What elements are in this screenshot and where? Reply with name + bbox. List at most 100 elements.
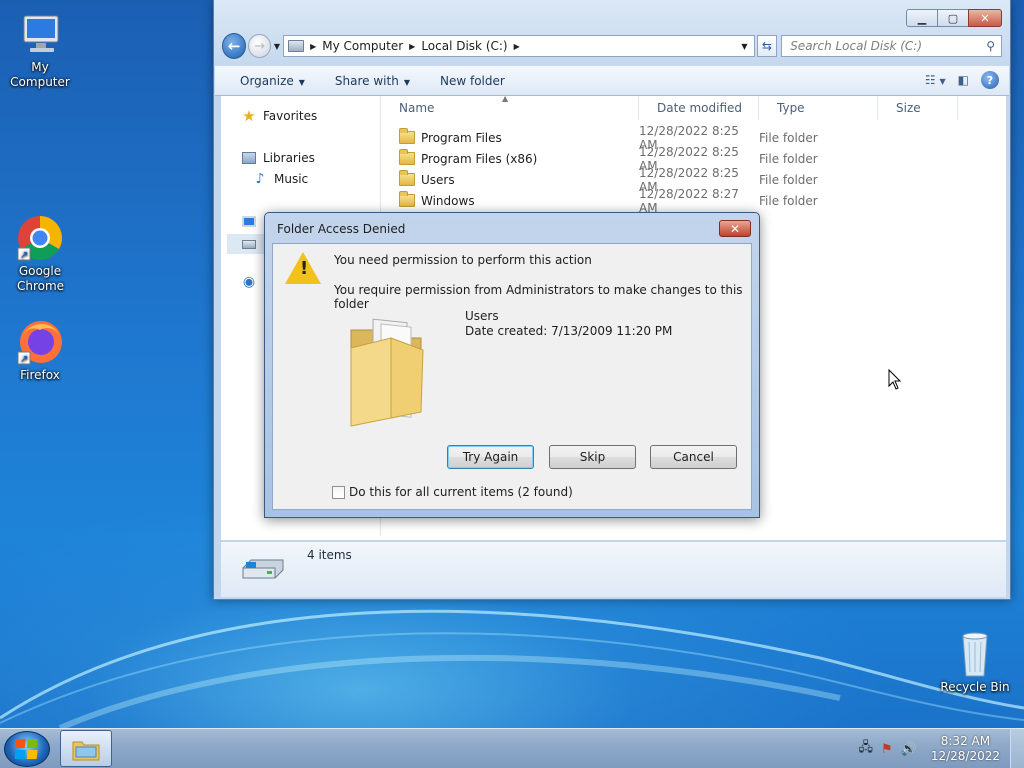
file-type: File folder — [759, 151, 818, 166]
file-type: File folder — [759, 172, 818, 187]
nav-item-music[interactable]: ♪ Music — [252, 171, 309, 187]
skip-button[interactable]: Skip — [549, 445, 636, 469]
breadcrumb-arrow-icon[interactable]: ▶ — [409, 42, 415, 51]
taskbar: 🖧 ⚑ 🔊 8:32 AM 12/28/2022 — [0, 728, 1024, 768]
recent-pages-dropdown[interactable]: ▼ — [274, 42, 280, 51]
item-info: Users Date created: 7/13/2009 11:20 PM — [465, 309, 672, 339]
desktop-icon-label: My Computer — [10, 60, 70, 89]
column-headers: Name ▲ Date modified Type Size — [381, 94, 1006, 120]
show-desktop-button[interactable] — [1010, 729, 1024, 768]
desktop-icon-label: Firefox — [20, 368, 60, 382]
try-again-button[interactable]: Try Again — [447, 445, 534, 469]
desktop-icon-my-computer[interactable]: My Computer — [0, 10, 80, 90]
nav-item-network[interactable]: ◉ — [241, 274, 263, 290]
breadcrumb-my-computer[interactable]: My Computer — [322, 39, 403, 53]
search-input[interactable]: Search Local Disk (C:) ⚲ — [781, 35, 1002, 57]
music-note-icon: ♪ — [255, 171, 265, 187]
forward-button[interactable]: → — [248, 34, 271, 58]
column-name[interactable]: Name ▲ — [381, 94, 639, 120]
item-name: Users — [465, 309, 499, 323]
desktop-icon-recycle-bin[interactable]: Recycle Bin — [935, 630, 1015, 695]
drive-icon — [241, 236, 257, 252]
cancel-button[interactable]: Cancel — [650, 445, 737, 469]
libraries-icon — [241, 150, 257, 166]
nav-label: Favorites — [263, 109, 318, 123]
column-label: Name — [399, 101, 435, 115]
help-icon[interactable]: ? — [981, 71, 999, 89]
window-caption-buttons: ▁ ▢ ✕ — [906, 9, 1002, 27]
svg-text:↗: ↗ — [20, 250, 28, 261]
start-button[interactable] — [4, 731, 50, 767]
chevron-down-icon: ▼ — [403, 77, 410, 87]
nav-item-computer[interactable] — [241, 213, 263, 229]
clock[interactable]: 8:32 AM 12/28/2022 — [931, 734, 1000, 764]
back-button[interactable]: ← — [222, 33, 247, 59]
explorer-folder-icon — [72, 741, 100, 760]
network-tray-icon[interactable]: 🖧 — [858, 738, 873, 760]
close-button[interactable]: ✕ — [968, 9, 1002, 27]
desktop-icon-label: Recycle Bin — [940, 680, 1010, 694]
file-row[interactable]: Program Files (x86) 12/28/2022 8:25 AM F… — [399, 145, 869, 173]
file-row[interactable]: Windows 12/28/2022 8:27 AM File folder — [399, 187, 869, 215]
folder-icon — [399, 149, 415, 165]
star-icon: ★ — [242, 107, 256, 125]
windows-logo-icon — [14, 739, 38, 759]
breadcrumb-local-disk[interactable]: Local Disk (C:) — [421, 39, 507, 53]
volume-icon[interactable]: 🔊 — [901, 742, 917, 757]
dialog-close-button[interactable]: ✕ — [719, 220, 751, 237]
preview-pane-icon[interactable]: ◧ — [958, 73, 969, 87]
navigation-bar: ← → ▼ ▶ My Computer ▶ Local Disk (C:) ▶ … — [222, 33, 1002, 59]
breadcrumb-arrow-icon[interactable]: ▶ — [310, 42, 316, 51]
file-name: Program Files (x86) — [421, 151, 538, 166]
folder-access-denied-dialog[interactable]: Folder Access Denied ✕ ! You need permis… — [264, 212, 760, 518]
svg-text:↗: ↗ — [20, 354, 28, 365]
breadcrumb-arrow-icon[interactable]: ▶ — [514, 42, 520, 51]
drive-large-icon — [241, 556, 285, 582]
search-icon[interactable]: ⚲ — [986, 39, 995, 53]
share-with-label: Share with — [334, 73, 399, 88]
search-placeholder: Search Local Disk (C:) — [790, 39, 922, 53]
dialog-message-detail: You require permission from Administrato… — [334, 283, 743, 311]
column-size[interactable]: Size — [878, 96, 958, 120]
column-type[interactable]: Type — [759, 96, 878, 120]
file-row[interactable]: Users 12/28/2022 8:25 AM File folder — [399, 166, 869, 194]
maximize-button[interactable]: ▢ — [937, 9, 969, 27]
change-view-icon[interactable]: ☷ ▼ — [925, 73, 946, 87]
desktop-icon-google-chrome[interactable]: ↗ Google Chrome — [0, 214, 80, 294]
nav-item-favorites[interactable]: ★ Favorites — [241, 107, 318, 125]
column-date-modified[interactable]: Date modified — [639, 96, 759, 120]
mouse-cursor-icon — [888, 369, 902, 390]
firefox-icon: ↗ — [16, 318, 64, 366]
address-bar[interactable]: ▶ My Computer ▶ Local Disk (C:) ▶ ▼ — [283, 35, 755, 57]
computer-icon — [16, 10, 64, 58]
file-name: Program Files — [421, 130, 502, 145]
minimize-button[interactable]: ▁ — [906, 9, 938, 27]
action-center-flag-icon[interactable]: ⚑ — [881, 742, 893, 757]
dialog-body: ! You need permission to perform this ac… — [272, 243, 752, 510]
share-with-menu[interactable]: Share with ▼ — [335, 74, 410, 88]
desktop-icon-firefox[interactable]: ↗ Firefox — [0, 318, 80, 383]
refresh-button[interactable]: ⇆ — [756, 35, 778, 57]
nav-item-libraries[interactable]: Libraries — [241, 150, 315, 166]
details-pane: 4 items — [221, 541, 1006, 597]
checkbox-label[interactable]: Do this for all current items (2 found) — [349, 485, 573, 499]
checkbox-box[interactable] — [332, 485, 345, 499]
file-row[interactable]: Program Files 12/28/2022 8:25 AM File fo… — [399, 124, 869, 152]
file-name: Users — [421, 172, 455, 187]
address-dropdown-icon[interactable]: ▼ — [741, 42, 747, 51]
new-folder-button[interactable]: New folder — [440, 74, 505, 88]
warning-icon: ! — [285, 252, 321, 284]
apply-to-all-checkbox[interactable]: Do this for all current items (2 found) — [332, 485, 573, 499]
chrome-icon: ↗ — [16, 214, 64, 262]
folder-icon — [399, 128, 415, 144]
organize-menu[interactable]: Organize ▼ — [240, 74, 305, 88]
item-date-created: Date created: 7/13/2009 11:20 PM — [465, 324, 673, 338]
sort-arrow-icon: ▲ — [502, 94, 509, 103]
network-icon: ◉ — [242, 274, 256, 290]
chevron-down-icon: ▼ — [298, 77, 305, 87]
column-label: Type — [777, 101, 805, 115]
column-label: Size — [896, 101, 921, 115]
command-bar: Organize ▼ Share with ▼ New folder ☷ ▼ ◧ ? — [215, 66, 1009, 96]
taskbar-explorer-button[interactable] — [60, 730, 112, 767]
nav-label: Music — [274, 172, 309, 186]
